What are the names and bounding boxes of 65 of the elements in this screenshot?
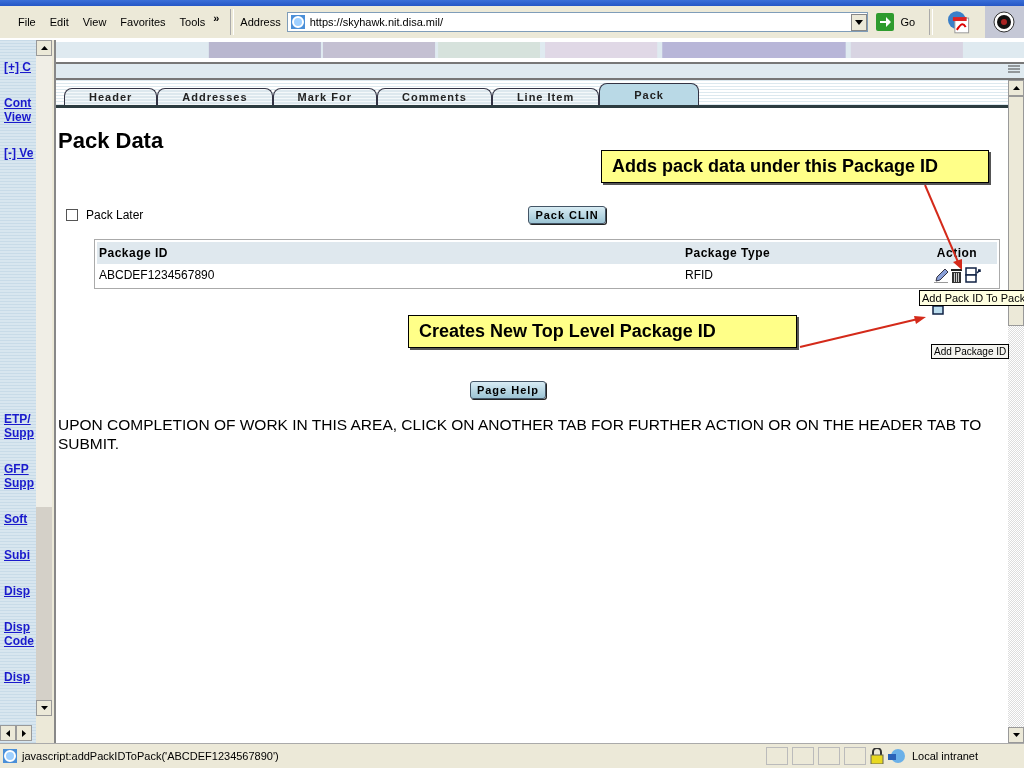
pack-clin-button[interactable]: Pack CLIN (528, 206, 606, 224)
tab[interactable]: Pack (599, 83, 699, 105)
menu-overflow[interactable]: » (213, 12, 220, 24)
globe-icon (888, 748, 906, 764)
scroll-down-icon[interactable] (1012, 733, 1020, 737)
scroll-down-icon[interactable] (40, 706, 48, 710)
table-cell-text: RFID (685, 268, 714, 282)
page-icon (289, 14, 306, 30)
scroll-right-icon[interactable] (22, 729, 26, 737)
status-pane (818, 747, 840, 765)
menu-item[interactable]: View (82, 16, 107, 28)
pdf-icon[interactable] (947, 10, 971, 34)
caret-icon (855, 19, 864, 25)
status-pane (844, 747, 866, 765)
checkbox[interactable] (66, 209, 78, 221)
page-help-button[interactable]: Page Help (469, 381, 547, 399)
sidebar-link[interactable]: Subi (0, 548, 36, 562)
zone-text: Local intranet (912, 750, 979, 762)
sidebar-link[interactable]: Soft (0, 512, 36, 526)
tab[interactable]: Mark For (272, 88, 378, 105)
column-header[interactable]: Package ID (97, 246, 685, 260)
address-label: Address (240, 16, 281, 28)
status-pane (792, 747, 814, 765)
page-title: Pack Data (58, 128, 165, 154)
pencil-icon[interactable] (933, 267, 948, 283)
sidebar-link[interactable]: ETP/ Supp (0, 412, 36, 440)
scrollbar[interactable] (36, 40, 52, 716)
tab[interactable]: Addresses (157, 88, 273, 105)
tab[interactable]: Comments (377, 88, 492, 105)
sidebar-link[interactable]: Disp (0, 584, 36, 598)
page-icon (2, 748, 18, 764)
horizontal-scrollbar[interactable] (0, 725, 32, 741)
instruction-text: UPON COMPLETION OF WORK IN THIS AREA, CLICK ON ANOTHER TAB FOR FURTHER ACTION OR ON THE HEADER TAB TO SUBMIT. (58, 415, 983, 453)
sidebar-link[interactable]: GFP Supp (0, 462, 36, 490)
tab[interactable]: Header (64, 88, 158, 105)
menu-item[interactable]: Edit (49, 16, 69, 28)
table-cell-text: ABCDEF1234567890 (98, 268, 216, 282)
stacked-windows-icon[interactable] (964, 267, 981, 283)
menu-item[interactable]: Favorites (120, 16, 166, 28)
tab[interactable]: Line Item (491, 88, 600, 105)
callout: Adds pack data under this Package ID (601, 150, 989, 183)
sidebar-link[interactable]: Disp (0, 670, 36, 684)
scroll-up-icon[interactable] (1012, 86, 1020, 90)
window-icon[interactable] (932, 303, 944, 315)
dropdown-button[interactable] (851, 13, 868, 31)
sidebar-link[interactable]: Cont View (0, 96, 36, 124)
menu-item[interactable]: File (18, 16, 36, 28)
menu-item[interactable]: Tools (179, 16, 206, 28)
address-field[interactable]: https://skyhawk.nit.disa.mil/ (286, 12, 869, 32)
go-button[interactable]: Go (874, 13, 924, 31)
sidebar-link[interactable]: [+] C (0, 60, 36, 74)
seal-icon[interactable] (993, 11, 1016, 33)
sidebar-link[interactable]: Disp Code (0, 620, 36, 648)
lock-icon (870, 748, 884, 764)
checkbox-label: Pack Later (86, 208, 144, 222)
sidebar-link[interactable]: [-] Ve (0, 146, 36, 160)
resize-handle-icon[interactable] (1008, 64, 1020, 74)
status-pane (766, 747, 788, 765)
scroll-up-icon[interactable] (40, 46, 48, 50)
status-text: javascript:addPackIDToPack('ABCDEF1234567890') (22, 750, 280, 762)
scroll-left-icon[interactable] (6, 729, 10, 737)
tooltip: Add Package ID (931, 344, 1010, 359)
column-header[interactable]: Package Type (685, 246, 917, 260)
trash-icon[interactable] (950, 267, 962, 283)
callout: Creates New Top Level Package ID (408, 315, 797, 348)
